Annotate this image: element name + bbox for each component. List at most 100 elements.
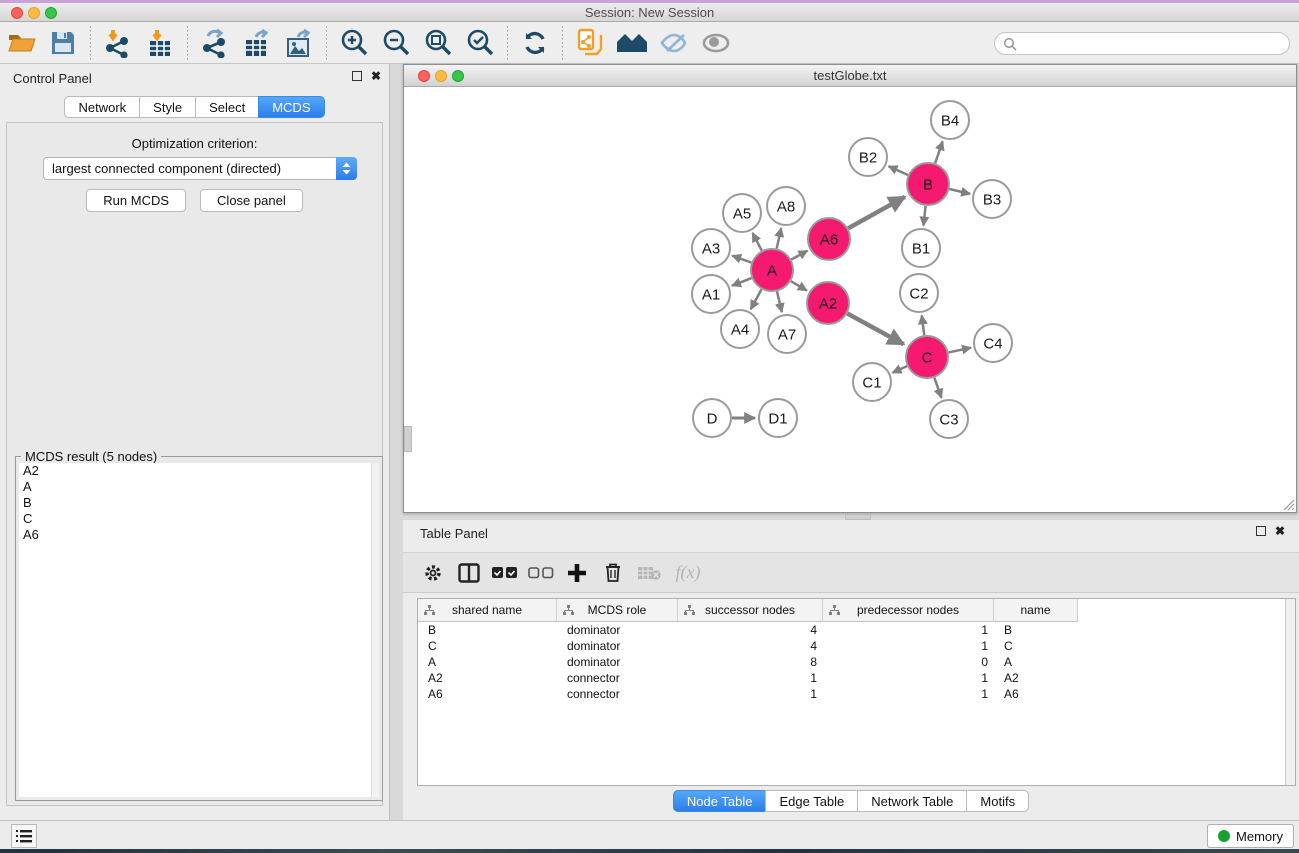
column-header-MCDS-role[interactable]: MCDS role — [557, 599, 678, 622]
tab-node-table[interactable]: Node Table — [673, 790, 767, 812]
tab-motifs[interactable]: Motifs — [966, 790, 1029, 812]
criterion-select[interactable]: largest connected component (directed) — [43, 157, 357, 180]
search-input[interactable] — [1017, 35, 1289, 53]
node-A[interactable]: A — [751, 249, 793, 291]
node-B4[interactable]: B4 — [931, 101, 969, 139]
zoom-out-icon[interactable] — [379, 26, 413, 60]
tab-mcds[interactable]: MCDS — [258, 96, 324, 118]
add-column-icon[interactable] — [559, 557, 595, 589]
node-A6[interactable]: A6 — [808, 218, 850, 260]
tab-select[interactable]: Select — [195, 96, 259, 118]
vertical-splitter-handle[interactable] — [404, 426, 412, 452]
node-B1[interactable]: B1 — [902, 229, 940, 267]
node-C[interactable]: C — [906, 336, 948, 378]
close-panel-button[interactable]: Close panel — [200, 189, 303, 212]
node-B2[interactable]: B2 — [849, 138, 887, 176]
edge-A-A3[interactable] — [732, 256, 751, 263]
edge-C-C3[interactable] — [934, 378, 941, 398]
node-A3[interactable]: A3 — [692, 229, 730, 267]
import-network-icon[interactable] — [101, 26, 135, 60]
network-graph[interactable]: A A1 A2 A3 A4 A5 A6 A7 A8 B B1 B2 B3 B4 C C1 C2 C3C4 D D1 — [404, 87, 1296, 512]
tab-network-table[interactable]: Network Table — [857, 790, 967, 812]
table-row[interactable]: Adominator80A — [418, 654, 1285, 670]
float-panel-icon[interactable] — [352, 71, 362, 81]
run-mcds-button[interactable]: Run MCDS — [86, 189, 186, 212]
edge-C-C2[interactable] — [922, 315, 924, 335]
edge-A-A1[interactable] — [732, 278, 752, 286]
export-network-icon[interactable] — [198, 26, 232, 60]
node-A5[interactable]: A5 — [723, 194, 761, 232]
select-all-rows-icon[interactable] — [487, 557, 523, 589]
edge-C-C1[interactable] — [892, 366, 906, 373]
zoom-selected-icon[interactable] — [463, 26, 497, 60]
table-row[interactable]: Bdominator41B — [418, 622, 1285, 638]
node-A4[interactable]: A4 — [721, 310, 759, 348]
resize-grip-icon[interactable] — [1282, 498, 1295, 511]
mcds-result-item[interactable]: B — [19, 495, 379, 511]
import-table-icon[interactable] — [143, 26, 177, 60]
table-row[interactable]: A2connector11A2 — [418, 670, 1285, 686]
edge-A-A7[interactable] — [777, 291, 782, 312]
search-field[interactable] — [994, 32, 1290, 55]
mcds-result-item[interactable]: A — [19, 479, 379, 495]
refresh-view-icon[interactable] — [518, 26, 552, 60]
node-D1[interactable]: D1 — [759, 399, 797, 437]
tab-edge-table[interactable]: Edge Table — [765, 790, 858, 812]
mcds-result-item[interactable]: A6 — [19, 527, 379, 543]
node-C4[interactable]: C4 — [974, 324, 1012, 362]
open-session-icon[interactable] — [4, 26, 38, 60]
node-C3[interactable]: C3 — [930, 400, 968, 438]
node-A1[interactable]: A1 — [692, 275, 730, 313]
edge-A6-B[interactable] — [848, 197, 905, 228]
mcds-result-list[interactable]: A2ABCA6 — [19, 463, 379, 797]
hide-annotations-icon[interactable] — [657, 26, 691, 60]
table-row[interactable]: A6connector11A6 — [418, 686, 1285, 702]
edge-A-A6[interactable] — [791, 251, 807, 260]
network-window-titlebar[interactable]: testGlobe.txt — [404, 65, 1296, 87]
network-overview-icon[interactable] — [573, 26, 607, 60]
table-options-icon[interactable] — [415, 557, 451, 589]
node-B[interactable]: B — [907, 163, 949, 205]
edge-A-A4[interactable] — [751, 289, 762, 309]
node-B3[interactable]: B3 — [973, 180, 1011, 218]
node-C2[interactable]: C2 — [900, 274, 938, 312]
home-layout-icon[interactable] — [615, 26, 649, 60]
edge-C-C4[interactable] — [949, 348, 971, 353]
column-header-predecessor-nodes[interactable]: predecessor nodes — [823, 599, 994, 622]
mcds-result-item[interactable]: C — [19, 511, 379, 527]
tab-style[interactable]: Style — [139, 96, 196, 118]
show-column-panel-icon[interactable] — [451, 557, 487, 589]
edge-A-A2[interactable] — [791, 281, 807, 290]
edge-A-A5[interactable] — [752, 233, 761, 251]
edge-B-B4[interactable] — [935, 141, 943, 163]
panel-menu-button[interactable] — [11, 824, 37, 848]
float-table-panel-icon[interactable] — [1256, 526, 1266, 536]
node-A7[interactable]: A7 — [768, 315, 806, 353]
function-builder-icon[interactable]: f(x) — [667, 557, 703, 589]
node-A2[interactable]: A2 — [807, 282, 849, 324]
close-table-panel-icon[interactable]: ✖ — [1275, 526, 1285, 536]
deselect-all-rows-icon[interactable] — [523, 557, 559, 589]
table-scrollbar[interactable] — [1285, 599, 1295, 785]
show-graphics-details-icon[interactable] — [699, 26, 733, 60]
mcds-result-item[interactable]: A2 — [19, 463, 379, 479]
edge-A-A8[interactable] — [777, 228, 781, 249]
edge-A2-C[interactable] — [847, 314, 903, 345]
memory-button[interactable]: Memory — [1207, 824, 1294, 848]
edge-B-B3[interactable] — [949, 189, 970, 194]
delete-table-icon[interactable] — [631, 557, 667, 589]
node-D[interactable]: D — [693, 399, 731, 437]
export-image-icon[interactable] — [282, 26, 316, 60]
close-panel-icon[interactable]: ✖ — [371, 71, 381, 81]
save-session-icon[interactable] — [46, 26, 80, 60]
node-A8[interactable]: A8 — [767, 187, 805, 225]
zoom-fit-icon[interactable] — [421, 26, 455, 60]
tab-network[interactable]: Network — [64, 96, 140, 118]
delete-column-icon[interactable] — [595, 557, 631, 589]
edge-B-B2[interactable] — [889, 166, 908, 175]
result-list-scrollbar[interactable] — [371, 463, 379, 797]
column-header-name[interactable]: name — [994, 599, 1078, 622]
node-C1[interactable]: C1 — [853, 363, 891, 401]
column-header-successor-nodes[interactable]: successor nodes — [678, 599, 823, 622]
zoom-in-icon[interactable] — [337, 26, 371, 60]
